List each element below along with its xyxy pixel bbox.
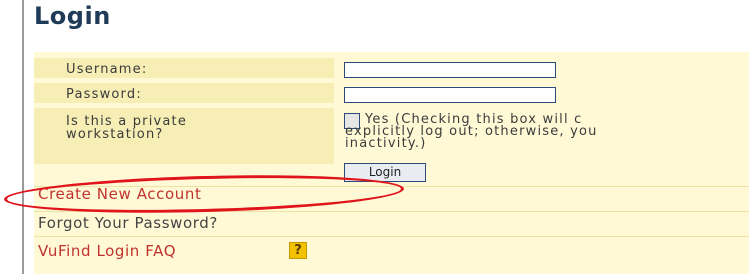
password-input[interactable]: [344, 87, 556, 103]
forgot-password-link[interactable]: Forgot Your Password?: [38, 215, 218, 231]
private-workstation-label: Is this a private workstation?: [66, 114, 188, 142]
left-divider: [22, 0, 24, 274]
login-faq-link[interactable]: VuFind Login FAQ: [38, 243, 176, 259]
login-page: Login Username: Password: Is this a priv…: [0, 0, 749, 274]
help-icon[interactable]: ?: [289, 242, 307, 259]
username-label: Username:: [66, 62, 148, 77]
row-divider: [34, 236, 749, 237]
page-title: Login: [34, 2, 111, 30]
username-input[interactable]: [344, 62, 556, 78]
password-label: Password:: [66, 87, 142, 102]
private-workstation-note: Yes (Checking this box will c explicitly…: [345, 112, 598, 151]
